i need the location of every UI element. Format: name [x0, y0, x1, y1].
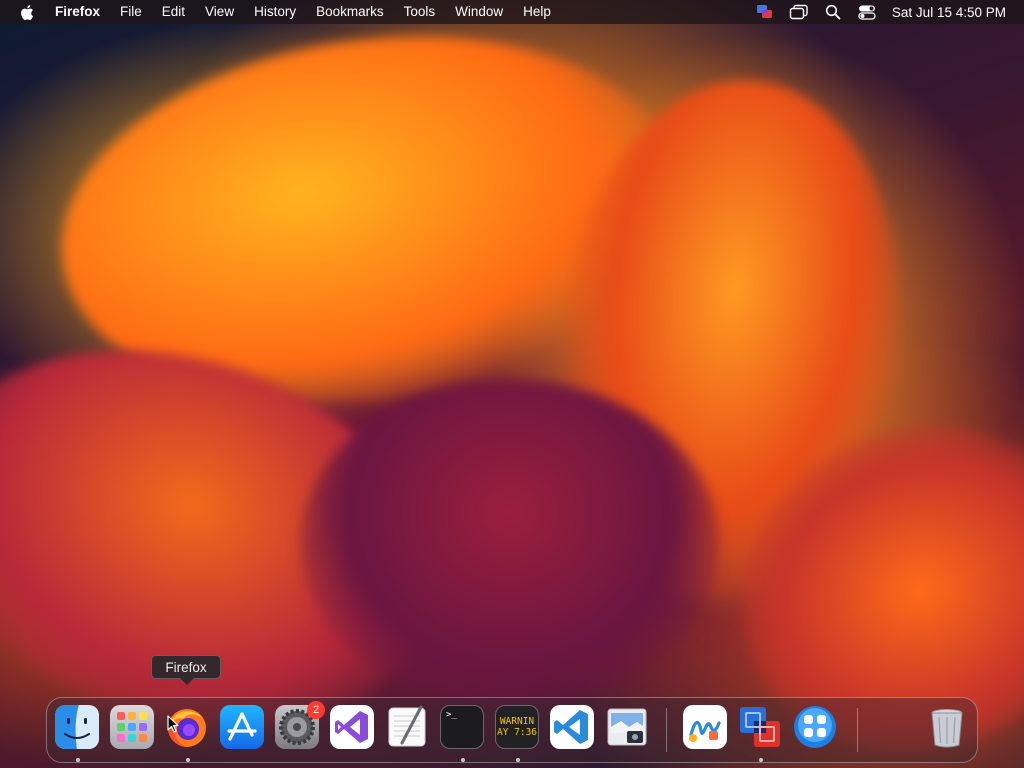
- running-indicator: [186, 758, 190, 762]
- menu-bar-status-area: Sat Jul 15 4:50 PM: [748, 3, 1024, 21]
- dock-app-trash[interactable]: [925, 705, 971, 751]
- menu-app-name[interactable]: Firefox: [51, 0, 110, 24]
- console-line-1: WARNIN: [499, 716, 535, 727]
- console-line-2: AY 7:36: [496, 727, 538, 738]
- dock-app-launchpad[interactable]: [110, 705, 156, 751]
- dock-app-freeform[interactable]: [683, 705, 729, 751]
- dock: 2 >_ WARNIN AY 7:36: [46, 697, 978, 763]
- dock-tooltip: Firefox: [151, 655, 221, 685]
- trash-icon: [925, 705, 969, 749]
- menu-bar-clock[interactable]: Sat Jul 15 4:50 PM: [892, 5, 1006, 20]
- notification-badge: 2: [307, 701, 325, 719]
- running-indicator: [516, 758, 520, 762]
- dock-app-preview[interactable]: [605, 705, 651, 751]
- dock-app-system-settings[interactable]: 2: [275, 701, 325, 751]
- launchpad-icon: [110, 705, 154, 749]
- window-overlap-icon[interactable]: [788, 3, 810, 21]
- dock-app-app-store[interactable]: [220, 705, 266, 751]
- running-indicator: [76, 758, 80, 762]
- wallpaper-petal: [533, 63, 927, 617]
- vmware-fusion-icon: [738, 705, 782, 749]
- menu-tools[interactable]: Tools: [394, 0, 446, 24]
- wallpaper-petal: [37, 0, 703, 442]
- menu-bookmarks[interactable]: Bookmarks: [306, 0, 394, 24]
- dock-separator: [857, 708, 858, 752]
- desktop[interactable]: Firefox File Edit View History Bookmarks…: [0, 0, 1024, 768]
- dock-app-textedit[interactable]: [385, 705, 431, 751]
- dock-app-terminal[interactable]: >_: [440, 705, 486, 762]
- wallpaper-petal: [300, 380, 720, 710]
- menu-file[interactable]: File: [110, 0, 152, 24]
- preview-icon: [605, 705, 649, 749]
- control-center-icon[interactable]: [856, 3, 878, 21]
- textedit-icon: [385, 705, 429, 749]
- running-indicator: [461, 758, 465, 762]
- freeform-icon: [683, 705, 727, 749]
- dock-tooltip-label: Firefox: [165, 659, 207, 675]
- app-store-icon: [220, 705, 264, 749]
- menu-edit[interactable]: Edit: [152, 0, 195, 24]
- dock-app-screens[interactable]: [793, 705, 839, 751]
- terminal-prompt-text: >_: [446, 710, 457, 720]
- vscode-icon: [550, 705, 594, 749]
- dock-app-vscode[interactable]: [550, 705, 596, 751]
- dock-separator: [666, 708, 667, 752]
- terminal-icon: >_: [440, 705, 484, 749]
- screen-sharing-icon[interactable]: [754, 3, 776, 21]
- visual-studio-icon: [330, 705, 374, 749]
- dock-app-console[interactable]: WARNIN AY 7:36: [495, 705, 541, 762]
- mouse-cursor-icon: [167, 715, 179, 738]
- menu-help[interactable]: Help: [513, 0, 561, 24]
- grid-app-icon: [793, 705, 837, 749]
- menu-bar: Firefox File Edit View History Bookmarks…: [0, 0, 1024, 24]
- running-indicator: [759, 758, 763, 762]
- finder-icon: [55, 705, 99, 749]
- menu-window[interactable]: Window: [445, 0, 513, 24]
- search-icon[interactable]: [822, 3, 844, 21]
- dock-app-vmware-fusion[interactable]: [738, 705, 784, 762]
- menu-view[interactable]: View: [195, 0, 244, 24]
- dock-app-finder[interactable]: [55, 705, 101, 762]
- apple-logo-icon[interactable]: [17, 3, 35, 21]
- menu-history[interactable]: History: [244, 0, 306, 24]
- console-icon: WARNIN AY 7:36: [495, 705, 539, 749]
- dock-app-visual-studio[interactable]: [330, 705, 376, 751]
